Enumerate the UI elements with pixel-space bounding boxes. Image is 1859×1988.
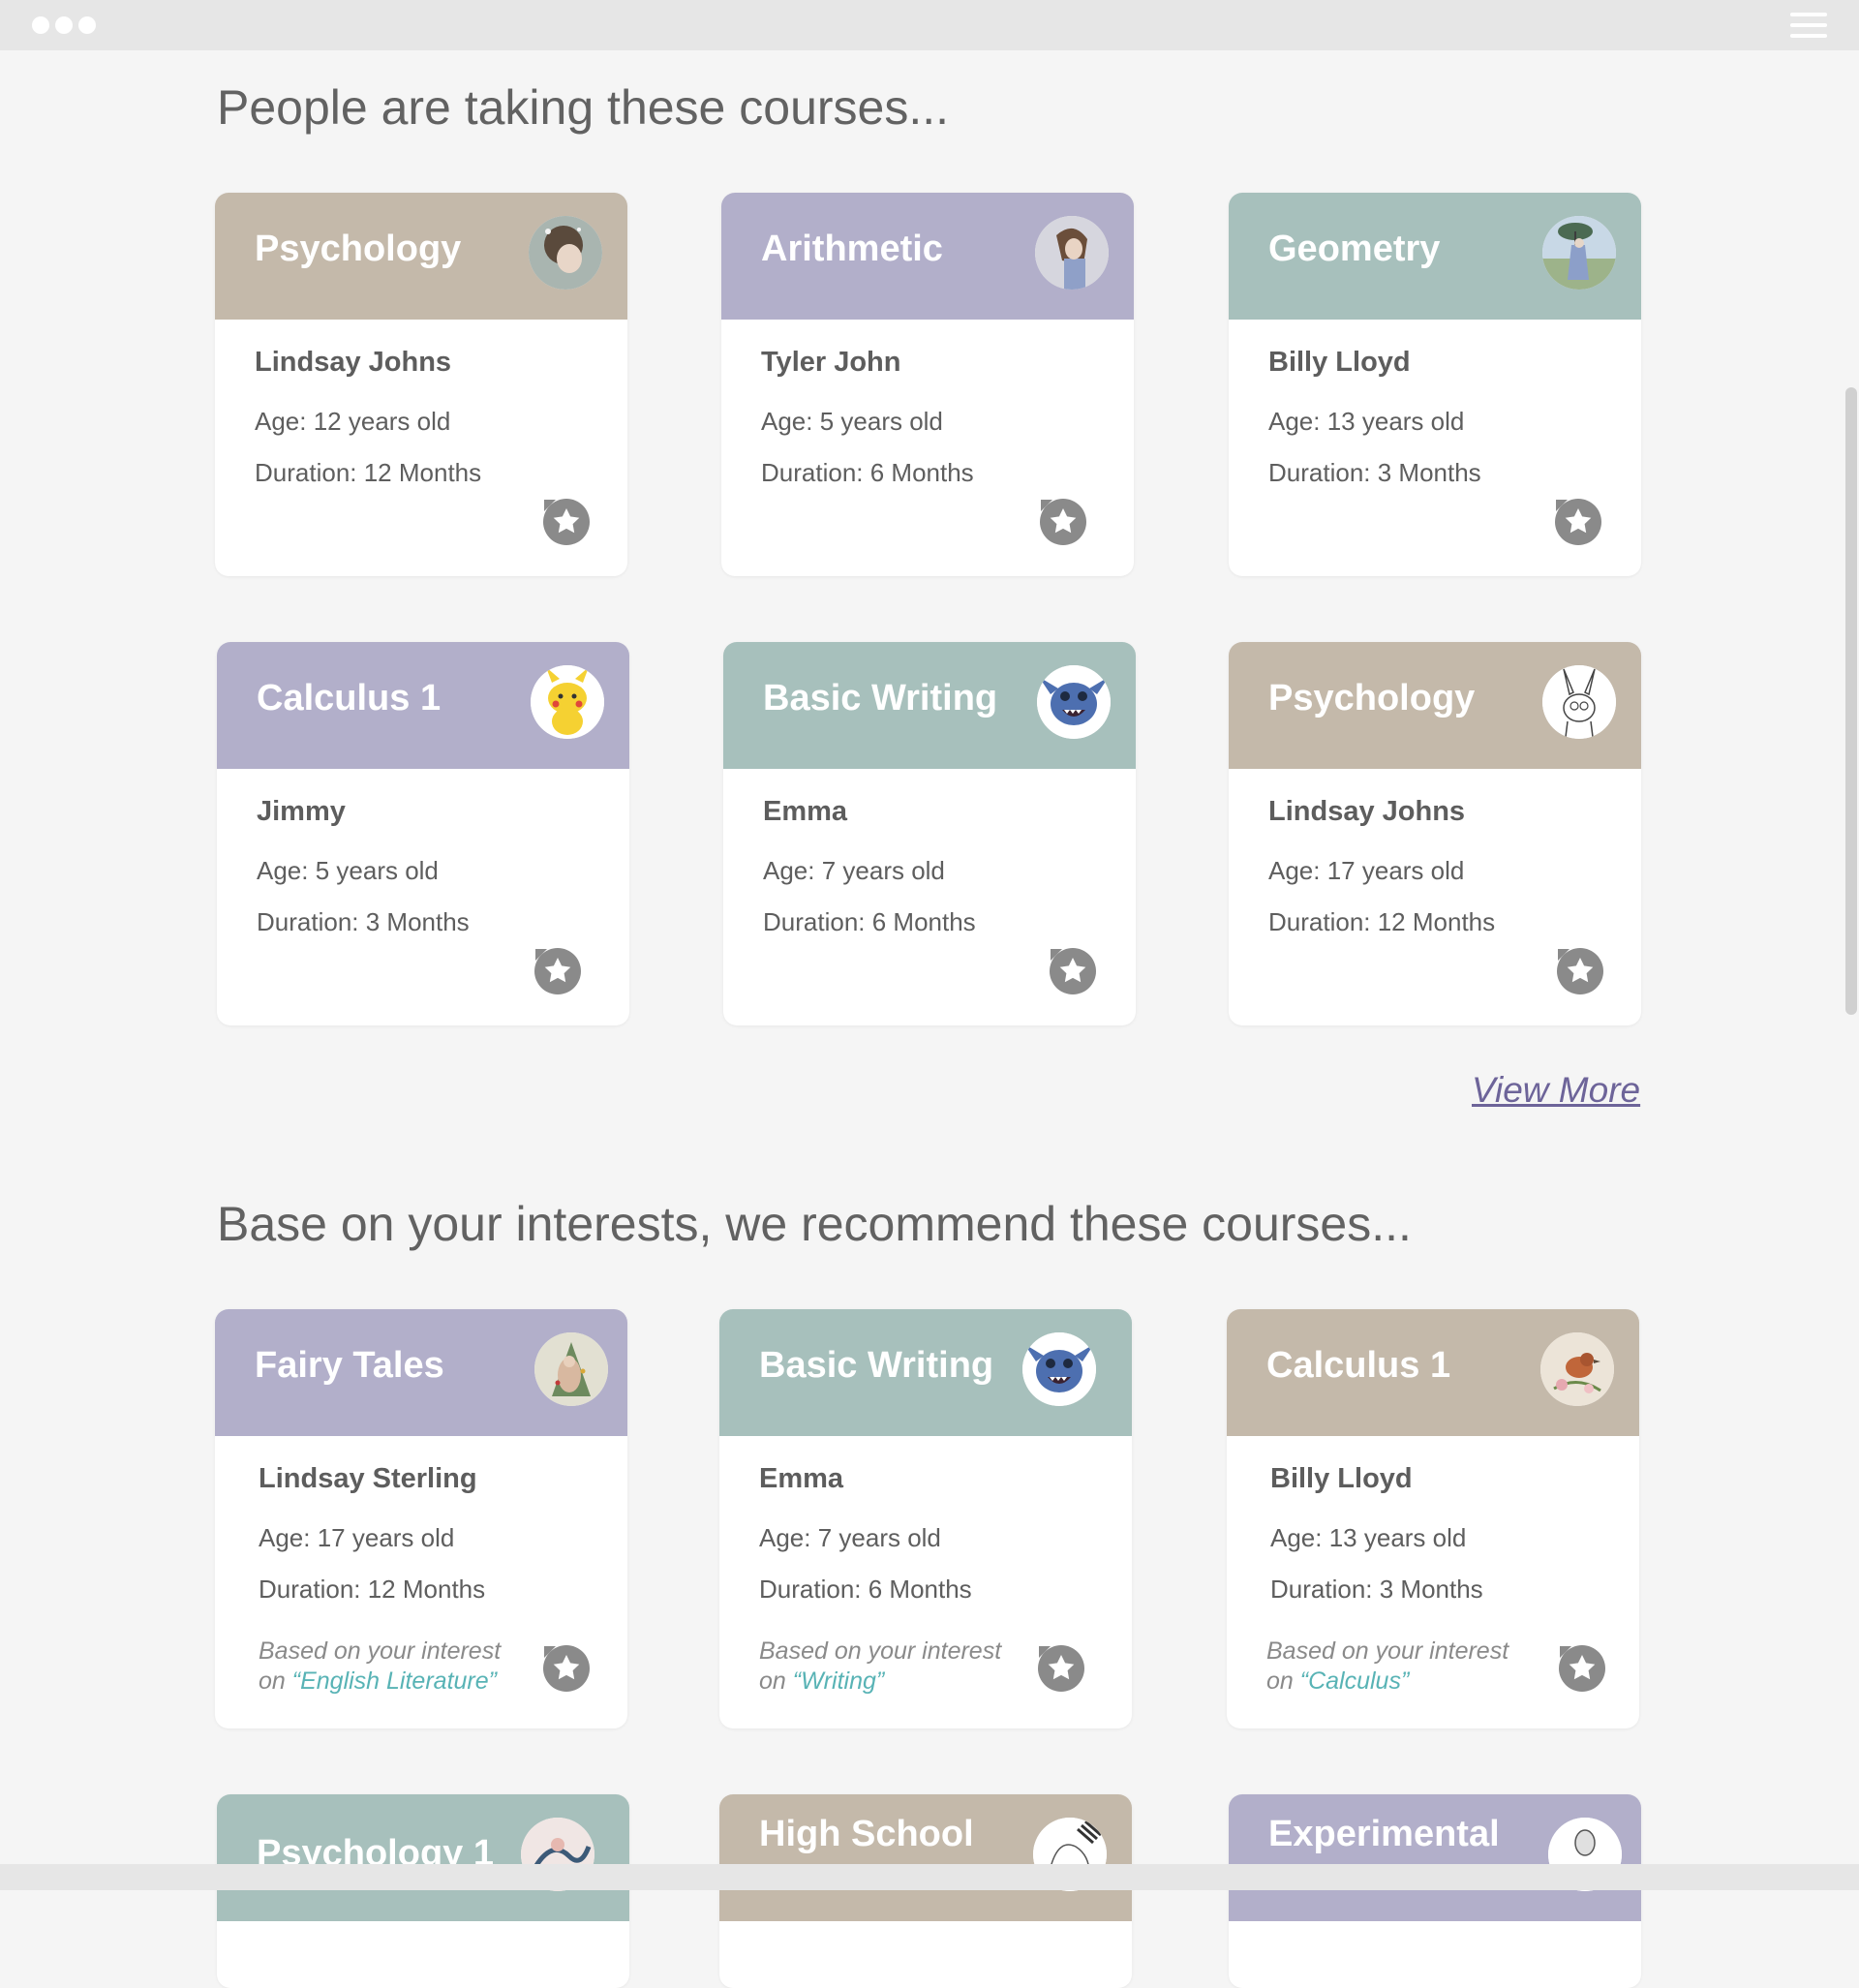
course-duration: Duration: 3 Months: [1270, 1575, 1483, 1604]
avatar: [1037, 665, 1111, 739]
window-dot-icon[interactable]: [32, 16, 49, 34]
favorite-star-icon[interactable]: [542, 1644, 591, 1693]
course-duration: Duration: 12 Months: [1268, 907, 1496, 936]
interest-keyword: “Calculus”: [1299, 1667, 1410, 1695]
student-age: Age: 12 years old: [255, 407, 451, 436]
window-controls[interactable]: [32, 16, 96, 34]
interest-note: Based on your interest on “Calculus”: [1266, 1637, 1509, 1695]
scrollbar[interactable]: [1845, 387, 1859, 1015]
card-header: Fairy Tales: [215, 1309, 627, 1436]
recommended-course-card[interactable]: Psychology 1: [217, 1794, 629, 1988]
interest-note: Based on your interest on “English Liter…: [259, 1637, 502, 1695]
card-header: Calculus 1: [217, 642, 629, 769]
avatar: [1542, 216, 1616, 290]
favorite-star-icon[interactable]: [533, 947, 582, 995]
student-name: Lindsay Johns: [1268, 796, 1466, 827]
course-title: Basic Writing: [763, 678, 998, 719]
course-title: High School: [759, 1814, 974, 1854]
interest-keyword: “English Literature”: [291, 1667, 497, 1695]
course-duration: Duration: 12 Months: [259, 1575, 486, 1604]
avatar: [1540, 1332, 1614, 1406]
student-name: Tyler John: [761, 347, 901, 378]
card-header: Arithmetic: [721, 193, 1134, 320]
student-name: Jimmy: [257, 796, 346, 827]
student-age: Age: 13 years old: [1270, 1523, 1467, 1552]
course-title: Calculus 1: [1266, 1345, 1451, 1386]
student-name: Billy Lloyd: [1270, 1463, 1413, 1494]
course-title: Geometry: [1268, 229, 1441, 269]
student-name: Billy Lloyd: [1268, 347, 1411, 378]
recommended-course-card[interactable]: Fairy Tales Lindsay Sterling Age: 17 yea…: [215, 1309, 627, 1728]
course-title: Basic Writing: [759, 1345, 994, 1386]
hamburger-menu-icon[interactable]: [1790, 13, 1827, 38]
card-header: Basic Writing: [723, 642, 1136, 769]
card-header: Basic Writing: [719, 1309, 1132, 1436]
favorite-star-icon[interactable]: [1556, 947, 1604, 995]
course-title: Psychology: [1268, 678, 1476, 719]
course-card[interactable]: Basic Writing Emma Age: 7 years old Dura…: [723, 642, 1136, 1025]
favorite-star-icon[interactable]: [1554, 498, 1602, 546]
student-age: Age: 5 years old: [761, 407, 943, 436]
card-header: High School: [719, 1794, 1132, 1921]
course-title: Calculus 1: [257, 678, 442, 719]
recommended-course-card[interactable]: Calculus 1 Billy Lloyd Age: 13 years old…: [1227, 1309, 1639, 1728]
interest-note: Based on your interest on “Writing”: [759, 1637, 1002, 1695]
student-age: Age: 13 years old: [1268, 407, 1465, 436]
student-age: Age: 5 years old: [257, 856, 439, 885]
recommended-course-card[interactable]: Basic Writing Emma Age: 7 years old Dura…: [719, 1309, 1132, 1728]
student-name: Lindsay Sterling: [259, 1463, 477, 1494]
window-dot-icon[interactable]: [55, 16, 73, 34]
card-header: Psychology: [215, 193, 627, 320]
favorite-star-icon[interactable]: [1039, 498, 1087, 546]
card-header: Geometry: [1229, 193, 1641, 320]
avatar: [1542, 665, 1616, 739]
course-card[interactable]: Arithmetic Tyler John Age: 5 years old D…: [721, 193, 1134, 576]
course-duration: Duration: 12 Months: [255, 458, 482, 487]
course-card[interactable]: Psychology Lindsay Johns Age: 12 years o…: [215, 193, 627, 576]
card-header: Psychology: [1229, 642, 1641, 769]
course-title: Arithmetic: [761, 229, 943, 269]
window-title-bar: [0, 0, 1859, 50]
student-name: Emma: [763, 796, 848, 827]
interest-keyword: “Writing”: [792, 1667, 885, 1695]
course-duration: Duration: 6 Months: [759, 1575, 972, 1604]
student-age: Age: 7 years old: [759, 1523, 941, 1552]
course-card[interactable]: Calculus 1 Jimmy Age: 5 years old Durati…: [217, 642, 629, 1025]
card-header: Experimental: [1229, 1794, 1641, 1921]
section-title-popular: People are taking these courses...: [217, 80, 950, 135]
course-title: Fairy Tales: [255, 1345, 444, 1386]
student-age: Age: 17 years old: [1268, 856, 1465, 885]
view-more-link[interactable]: View More: [1472, 1070, 1640, 1111]
student-age: Age: 17 years old: [259, 1523, 455, 1552]
course-duration: Duration: 3 Months: [1268, 458, 1481, 487]
course-duration: Duration: 3 Months: [257, 907, 470, 936]
recommended-course-card[interactable]: Experimental: [1229, 1794, 1641, 1988]
avatar: [534, 1332, 608, 1406]
recommended-course-card[interactable]: High School: [719, 1794, 1132, 1988]
course-card[interactable]: Psychology Lindsay Johns Age: 17 years o…: [1229, 642, 1641, 1025]
window-dot-icon[interactable]: [78, 16, 96, 34]
course-card[interactable]: Geometry Billy Lloyd Age: 13 years old D…: [1229, 193, 1641, 576]
avatar: [531, 665, 604, 739]
favorite-star-icon[interactable]: [542, 498, 591, 546]
favorite-star-icon[interactable]: [1558, 1644, 1606, 1693]
avatar: [1035, 216, 1109, 290]
student-name: Lindsay Johns: [255, 347, 452, 378]
scrollbar-thumb[interactable]: [1845, 387, 1857, 1015]
section-title-recommended: Base on your interests, we recommend the…: [217, 1197, 1412, 1251]
course-title: Experimental: [1268, 1814, 1500, 1854]
favorite-star-icon[interactable]: [1049, 947, 1097, 995]
avatar: [529, 216, 602, 290]
course-duration: Duration: 6 Months: [763, 907, 976, 936]
card-header: Calculus 1: [1227, 1309, 1639, 1436]
course-title: Psychology: [255, 229, 462, 269]
student-name: Emma: [759, 1463, 844, 1494]
course-duration: Duration: 6 Months: [761, 458, 974, 487]
card-header: Psychology 1: [217, 1794, 629, 1921]
favorite-star-icon[interactable]: [1037, 1644, 1085, 1693]
student-age: Age: 7 years old: [763, 856, 945, 885]
window-bottom-bar: [0, 1864, 1859, 1890]
avatar: [1022, 1332, 1096, 1406]
